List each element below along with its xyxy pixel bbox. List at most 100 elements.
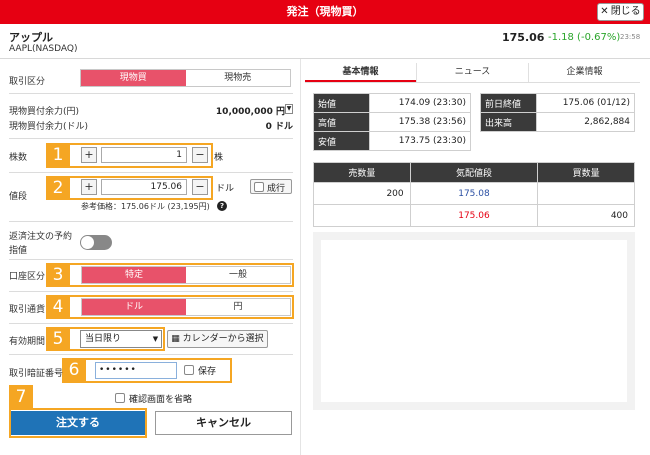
- validity-label: 有効期間: [9, 337, 46, 347]
- price-minus-button[interactable]: −: [192, 179, 208, 195]
- info-tabs: 基本情報 ニュース 企業情報: [305, 63, 640, 83]
- tab-company-info[interactable]: 企業情報: [528, 63, 640, 82]
- reserve-order-toggle[interactable]: [80, 235, 112, 250]
- pin-label: 取引暗証番号: [9, 369, 64, 379]
- table-header-row: 売数量 気配値段 買数量: [313, 162, 635, 183]
- title-bar: 発注（現物買） ✕ 閉じる: [0, 0, 650, 24]
- trade-type-segment: 現物買 現物売: [80, 69, 291, 87]
- sell-qty-cell: [313, 204, 411, 227]
- quantity-minus-button[interactable]: −: [192, 147, 208, 163]
- skip-confirm-checkbox[interactable]: [115, 393, 125, 403]
- table-row: 出来高 2,862,884: [480, 112, 635, 132]
- save-pin-label: 保存: [198, 367, 217, 377]
- close-button[interactable]: ✕ 閉じる: [597, 3, 644, 21]
- quote-price-cell: 175.08: [409, 182, 539, 205]
- account-type-specific[interactable]: 特定: [82, 267, 186, 283]
- volume-info-table: 前日終値 175.06 (01/12) 出来高 2,862,884: [480, 93, 635, 132]
- account-type-label: 口座区分: [9, 272, 46, 282]
- reserve-order-label-line1: 返済注文の予約: [9, 232, 73, 242]
- save-pin-checkbox[interactable]: [184, 365, 194, 375]
- quantity-input[interactable]: 1: [101, 147, 187, 163]
- quantity-label: 株数: [9, 153, 28, 163]
- price-unit: ドル: [216, 184, 235, 194]
- low-value: 173.75 (23:30): [369, 131, 471, 151]
- reserve-order-label-line2: 指値: [9, 246, 28, 256]
- price-change: -1.18 (-0.67%): [548, 32, 621, 43]
- chevron-down-icon[interactable]: ▼: [285, 104, 293, 114]
- chart-area: [313, 232, 635, 410]
- order-book-table: 売数量 気配値段 買数量 200 175.08 175.06 400: [313, 162, 635, 227]
- table-row: 始値 174.09 (23:30): [313, 93, 471, 113]
- account-type-segment: 特定 一般: [81, 266, 291, 284]
- price-time: 23:58: [620, 33, 641, 41]
- skip-confirm-label: 確認画面を省略: [129, 395, 193, 405]
- trade-type-sell[interactable]: 現物売: [185, 70, 290, 86]
- submit-order-button[interactable]: 注文する: [11, 411, 145, 435]
- table-row: 安値 173.75 (23:30): [313, 131, 471, 151]
- cancel-button[interactable]: キャンセル: [155, 411, 292, 435]
- buy-qty-cell: [537, 182, 635, 205]
- panel-divider: [300, 59, 301, 455]
- toggle-knob: [81, 236, 94, 249]
- validity-select[interactable]: 当日限り ▼: [80, 330, 162, 348]
- quantity-unit: 株: [214, 153, 224, 163]
- close-label: 閉じる: [610, 6, 641, 17]
- header-divider: [0, 58, 650, 59]
- divider: [9, 221, 293, 222]
- open-label: 始値: [313, 93, 370, 113]
- buying-power-usd-label: 現物買付余力(ドル): [9, 122, 89, 132]
- chevron-down-icon: ▼: [152, 335, 159, 343]
- open-value: 174.09 (23:30): [369, 93, 471, 113]
- trade-type-label: 取引区分: [9, 77, 46, 87]
- table-row: 200 175.08: [313, 182, 635, 205]
- table-row: 前日終値 175.06 (01/12): [480, 93, 635, 113]
- calendar-icon: ▦: [171, 334, 183, 344]
- chart-canvas: [321, 240, 627, 402]
- high-label: 高値: [313, 112, 370, 132]
- price-input[interactable]: 175.06: [101, 179, 187, 195]
- calendar-select-button[interactable]: ▦ カレンダーから選択: [167, 330, 268, 348]
- tab-basic-info[interactable]: 基本情報: [305, 63, 416, 82]
- account-type-general[interactable]: 一般: [186, 267, 290, 283]
- buy-qty-header: 買数量: [537, 162, 635, 183]
- quote-price-cell: 175.06: [409, 204, 539, 227]
- market-order-checkbox[interactable]: [254, 182, 264, 192]
- currency-segment: ドル 円: [81, 298, 291, 316]
- price-label: 値段: [9, 192, 28, 202]
- validity-selected: 当日限り: [85, 334, 122, 344]
- trade-type-buy[interactable]: 現物買: [81, 70, 186, 86]
- market-order-toggle[interactable]: 成行: [250, 179, 292, 194]
- divider: [9, 291, 293, 292]
- buy-qty-cell: 400: [537, 204, 635, 227]
- pin-input[interactable]: ••••••: [95, 362, 177, 379]
- stock-name: アップル: [9, 31, 53, 44]
- currency-usd[interactable]: ドル: [82, 299, 186, 315]
- divider: [9, 138, 293, 139]
- divider: [9, 259, 293, 260]
- market-order-label: 成行: [267, 184, 286, 194]
- current-price: 175.06: [502, 31, 545, 44]
- buying-power-usd-value: 0 ドル: [265, 122, 293, 132]
- divider: [9, 354, 293, 355]
- price-info-table: 始値 174.09 (23:30) 高値 175.38 (23:56) 安値 173.…: [313, 93, 471, 151]
- help-icon[interactable]: ?: [217, 201, 227, 211]
- volume-value: 2,862,884: [536, 112, 635, 132]
- low-label: 安値: [313, 131, 370, 151]
- sell-qty-header: 売数量: [313, 162, 411, 183]
- buying-power-jpy-value: 10,000,000 円: [215, 107, 285, 117]
- table-row: 175.06 400: [313, 204, 635, 227]
- volume-label: 出来高: [480, 112, 537, 132]
- calendar-select-label: カレンダーから選択: [182, 334, 264, 344]
- price-plus-button[interactable]: +: [81, 179, 97, 195]
- currency-jpy[interactable]: 円: [186, 299, 290, 315]
- buying-power-jpy-label: 現物買付余力(円): [9, 107, 80, 117]
- callout-badge-7: 7: [9, 385, 33, 409]
- high-value: 175.38 (23:56): [369, 112, 471, 132]
- reference-price: 参考価格：175.06ドル (23,195円): [81, 202, 210, 211]
- divider: [9, 93, 293, 94]
- tab-news[interactable]: ニュース: [416, 63, 528, 82]
- close-icon: ✕: [600, 6, 609, 17]
- divider: [9, 172, 293, 173]
- currency-label: 取引通貨: [9, 305, 46, 315]
- quantity-plus-button[interactable]: +: [81, 147, 97, 163]
